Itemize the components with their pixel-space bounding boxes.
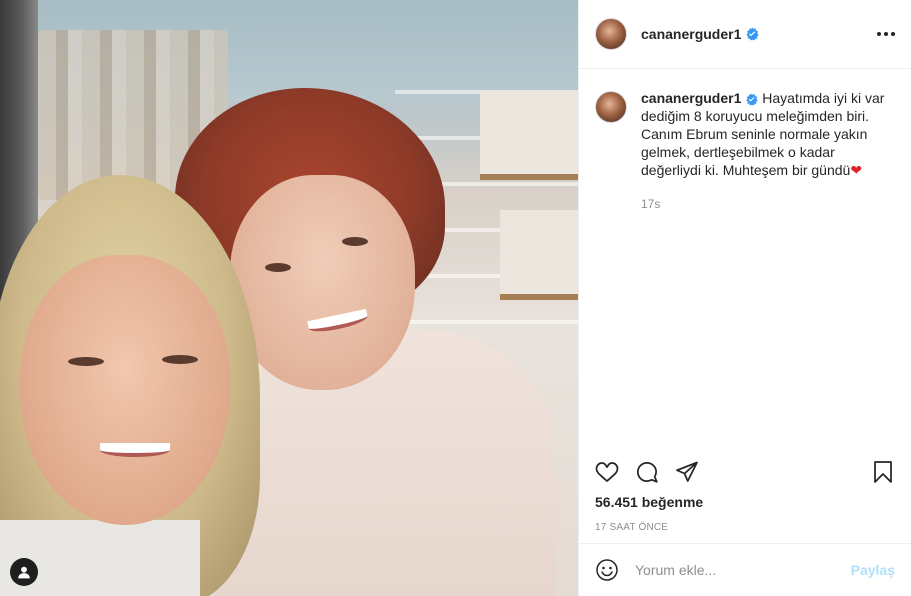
caption-avatar[interactable] — [595, 91, 627, 123]
comment-icon — [636, 461, 658, 483]
avatar[interactable] — [595, 18, 627, 50]
bookmark-icon — [874, 461, 892, 483]
share-icon — [676, 461, 698, 482]
post-comment-button[interactable]: Paylaş — [851, 562, 895, 578]
post-side-panel: cananerguder1 cananerguder1 Hayatımda iy… — [578, 0, 911, 596]
eye — [342, 237, 368, 246]
eye — [265, 263, 291, 272]
eye — [68, 357, 104, 366]
share-button[interactable] — [675, 452, 715, 492]
post-header: cananerguder1 — [579, 0, 911, 69]
verified-badge-icon — [745, 27, 760, 41]
mouth — [307, 308, 369, 336]
caption-timestamp[interactable]: 17s — [641, 195, 895, 213]
emoji-icon[interactable] — [595, 558, 619, 582]
eye — [162, 355, 198, 364]
likes-label: beğenme — [641, 494, 704, 510]
post-date[interactable]: 17 SAAT ÖNCE — [579, 510, 911, 543]
user-tag-button[interactable] — [10, 558, 38, 586]
save-button[interactable] — [855, 452, 895, 492]
post-photo[interactable] — [0, 0, 578, 596]
photo-person-left-face — [20, 255, 230, 525]
photo-table — [480, 90, 578, 180]
heart-emoji: ❤ — [850, 162, 863, 178]
instagram-post-modal: cananerguder1 cananerguder1 Hayatımda iy… — [0, 0, 911, 596]
mouth — [100, 443, 170, 457]
caption-username[interactable]: cananerguder1 — [641, 90, 741, 106]
caption-body: cananerguder1 Hayatımda iyi ki var dediğ… — [641, 89, 895, 213]
heart-icon — [595, 462, 619, 482]
user-tag-icon — [18, 566, 30, 579]
verified-badge-icon — [745, 93, 759, 106]
like-button[interactable] — [595, 452, 635, 492]
action-bar — [579, 452, 911, 492]
header-username[interactable]: cananerguder1 — [641, 26, 741, 42]
likes-count[interactable]: 56.451 beğenme — [579, 492, 911, 510]
comment-button[interactable] — [635, 452, 675, 492]
add-comment-bar: Paylaş — [579, 543, 911, 596]
comments-area: cananerguder1 Hayatımda iyi ki var dediğ… — [579, 69, 911, 452]
caption: cananerguder1 Hayatımda iyi ki var dediğ… — [595, 89, 895, 213]
likes-number: 56.451 — [595, 494, 638, 510]
comment-input[interactable] — [635, 562, 851, 578]
photo-table-2 — [500, 210, 578, 300]
more-options-icon[interactable] — [871, 26, 895, 42]
